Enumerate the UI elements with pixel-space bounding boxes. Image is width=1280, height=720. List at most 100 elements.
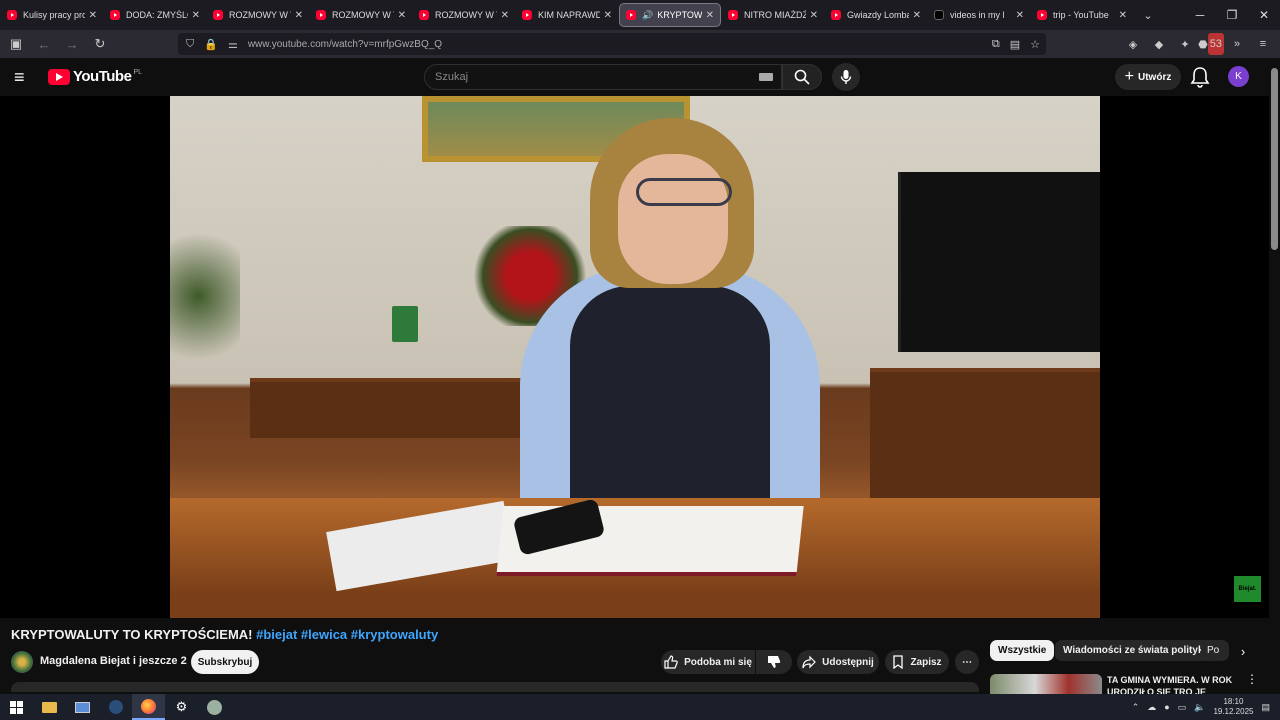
youtube-logo[interactable]: YouTube PL — [48, 68, 142, 85]
browser-tab[interactable]: DODA: ZMYŚLONE✕ — [104, 3, 206, 27]
shield-icon[interactable]: ⛉ — [186, 38, 194, 51]
file-explorer-icon[interactable] — [33, 694, 66, 720]
browser-tab[interactable]: ROZMOWY W TOK✕ — [310, 3, 412, 27]
chevron-up-icon[interactable]: ⌃ — [1132, 702, 1140, 713]
notifications-bell-icon[interactable] — [1190, 66, 1210, 88]
browser-tab[interactable]: Kulisy pracy prosty✕ — [1, 3, 103, 27]
adblock-extension-icon[interactable]: ⬣ 53 — [1198, 33, 1224, 55]
voice-search-button[interactable] — [832, 63, 860, 91]
subscribe-button[interactable]: Subskrybuj — [191, 650, 259, 674]
settings-gear-icon[interactable]: ⚙ — [165, 694, 198, 720]
browser-tab[interactable]: videos in my l ✕ — [928, 3, 1030, 27]
browser-tab[interactable]: trip - YouTube ✕ — [1031, 3, 1133, 27]
recommendation-title[interactable]: TA GMINA WYMIERA. W ROK URODZIŁO SIĘ TRO… — [1107, 674, 1235, 694]
scrollbar-thumb[interactable] — [1271, 68, 1278, 250]
permissions-icon[interactable]: ⚌ — [228, 38, 238, 51]
television — [898, 172, 1100, 352]
recommendation-thumbnail[interactable] — [990, 674, 1102, 694]
app-icon[interactable] — [198, 694, 231, 720]
search-input[interactable]: Szukaj — [424, 64, 782, 90]
network-icon[interactable]: ▭ — [1178, 702, 1187, 713]
notifications-icon[interactable]: ▤ — [1261, 702, 1270, 713]
reload-icon[interactable]: ↻ — [88, 32, 112, 56]
vpn-extension-icon[interactable]: ◈ — [1122, 33, 1144, 55]
youtube-favicon-icon — [831, 10, 841, 20]
url-text[interactable]: www.youtube.com/watch?v=mrfpGwzBQ_Q — [248, 39, 442, 50]
browser-tab[interactable]: ROZMOWY W TOK✕ — [413, 3, 515, 27]
close-tab-icon[interactable]: ✕ — [1119, 10, 1127, 21]
microphone-tray-icon[interactable]: ● — [1164, 702, 1169, 712]
dislike-button[interactable] — [756, 650, 792, 674]
app-menu-icon[interactable]: ≡ — [1252, 33, 1274, 55]
save-button[interactable]: Zapisz — [885, 650, 949, 674]
close-tab-icon[interactable]: ✕ — [810, 10, 818, 21]
overflow-menu-icon[interactable]: » — [1226, 33, 1248, 55]
chip-partial[interactable]: Po — [1201, 640, 1229, 661]
keyboard-icon[interactable] — [759, 73, 773, 81]
address-bar[interactable]: ⛉ 🔒 ⚌ www.youtube.com/watch?v=mrfpGwzBQ_… — [178, 33, 1046, 55]
bookmark-icon — [893, 655, 904, 669]
thumbs-down-icon — [768, 656, 781, 668]
video-frame[interactable] — [170, 96, 1100, 618]
back-icon[interactable]: ← — [32, 32, 56, 56]
computer-icon[interactable] — [66, 694, 99, 720]
extensions-puzzle-icon[interactable]: ✦ — [1174, 33, 1196, 55]
hashtags[interactable]: #biejat #lewica #kryptowaluty — [256, 627, 438, 642]
restore-icon[interactable]: ❐ — [1216, 0, 1248, 30]
browser-tab[interactable]: Gwiazdy Lombard✕ — [825, 3, 927, 27]
hamburger-menu-icon[interactable]: ≡ — [14, 67, 34, 87]
description-box[interactable] — [11, 682, 979, 692]
bookmark-star-icon[interactable]: ☆ — [1030, 38, 1040, 51]
steam-icon[interactable] — [99, 694, 132, 720]
firefox-icon[interactable] — [132, 694, 165, 720]
speaker-face — [618, 154, 728, 284]
close-tab-icon[interactable]: ✕ — [706, 10, 714, 21]
youtube-favicon-icon — [626, 10, 636, 20]
chip-politics-news[interactable]: Wiadomości ze świata polityki — [1055, 640, 1215, 661]
fox-extension-icon[interactable]: ◆ — [1148, 33, 1170, 55]
lock-icon[interactable]: 🔒 — [204, 38, 218, 51]
close-tab-icon[interactable]: ✕ — [89, 10, 97, 21]
close-tab-icon[interactable]: ✕ — [501, 10, 509, 21]
speaker-icon[interactable]: 🔊 — [642, 10, 653, 21]
browser-tab[interactable]: ROZMOWY W TOK✕ — [207, 3, 309, 27]
clock[interactable]: 18:10 19.12.2025 — [1213, 697, 1253, 717]
more-actions-button[interactable]: ⋯ — [955, 650, 979, 674]
chevron-right-icon[interactable]: › — [1233, 641, 1253, 661]
close-tab-icon[interactable]: ✕ — [604, 10, 612, 21]
windows-start-icon[interactable] — [0, 694, 33, 720]
browser-tab-active[interactable]: 🔊KRYPTOWALU✕ — [619, 3, 721, 27]
youtube-favicon-icon — [522, 10, 532, 20]
close-tab-icon[interactable]: ✕ — [295, 10, 303, 21]
recommendation-menu-icon[interactable]: ⋮ — [1246, 672, 1258, 686]
create-button[interactable]: + Utwórz — [1115, 64, 1181, 90]
volume-icon[interactable]: 🔈 — [1194, 702, 1205, 713]
chip-all[interactable]: Wszystkie — [990, 640, 1055, 661]
channel-name[interactable]: Magdalena Biejat i jeszcze 2 — [40, 655, 187, 667]
close-tab-icon[interactable]: ✕ — [398, 10, 406, 21]
picture-in-picture-icon[interactable]: ⧉ — [992, 38, 1000, 51]
close-tab-icon[interactable]: ✕ — [1016, 10, 1024, 21]
reader-view-icon[interactable]: ▤ — [1010, 38, 1020, 51]
channel-avatar[interactable] — [11, 651, 33, 673]
list-all-tabs-icon[interactable]: ⌄ — [1133, 9, 1163, 22]
search-button[interactable] — [782, 64, 822, 90]
browser-tab[interactable]: KIM NAPRAWDĘ JE✕ — [516, 3, 618, 27]
close-tab-icon[interactable]: ✕ — [913, 10, 921, 21]
browser-tab[interactable]: NITRO MIAŻDŻY N✕ — [722, 3, 824, 27]
share-button[interactable]: Udostępnij — [797, 650, 879, 674]
forward-icon[interactable]: → — [60, 32, 84, 56]
microphone-icon — [840, 70, 852, 84]
cloud-icon[interactable]: ☁ — [1147, 702, 1156, 713]
speaker-glasses — [636, 178, 732, 206]
avatar[interactable]: K — [1228, 66, 1249, 87]
page-scrollbar[interactable] — [1269, 58, 1280, 694]
video-player[interactable]: Biejat. — [0, 96, 1269, 618]
channel-watermark[interactable]: Biejat. — [1234, 576, 1261, 602]
minimize-icon[interactable]: ─ — [1184, 0, 1216, 30]
close-tab-icon[interactable]: ✕ — [192, 10, 200, 21]
sidebar-toggle-icon[interactable]: ▣ — [4, 32, 28, 56]
candle — [392, 306, 418, 342]
like-button[interactable]: Podoba mi się — [661, 650, 755, 674]
close-window-icon[interactable]: ✕ — [1248, 0, 1280, 30]
